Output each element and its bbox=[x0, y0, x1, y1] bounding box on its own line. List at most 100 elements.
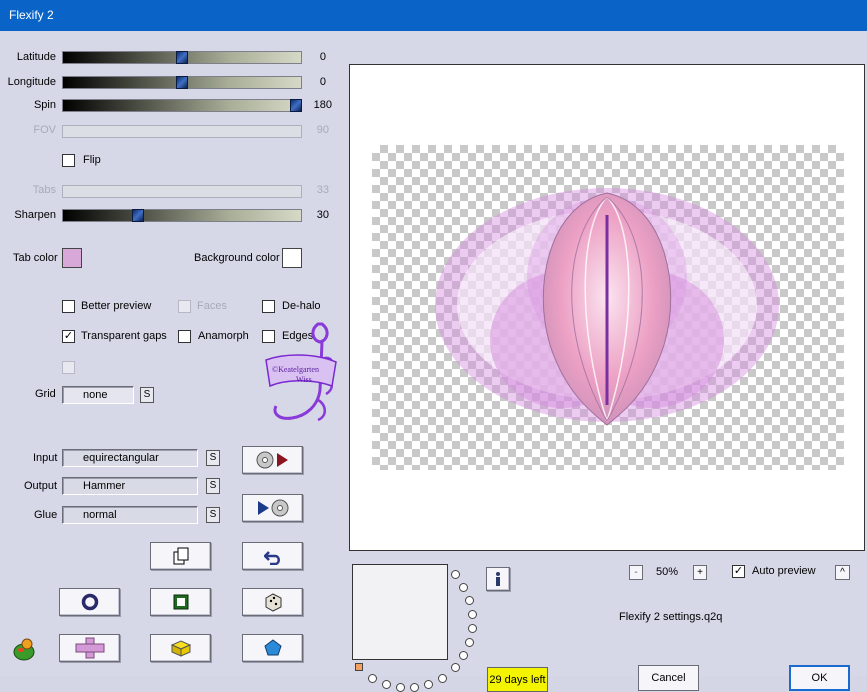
input-select[interactable]: equirectangular bbox=[62, 449, 198, 467]
navigator-dot[interactable] bbox=[459, 583, 468, 592]
pentagon-icon bbox=[263, 639, 282, 656]
watermark-line1: ©Keatelgarten bbox=[272, 365, 319, 374]
watermark-line2: Wiss bbox=[296, 375, 312, 384]
cross-icon bbox=[75, 637, 104, 659]
navigator-dot[interactable] bbox=[465, 596, 474, 605]
trial-days-badge[interactable]: 29 days left bbox=[487, 667, 548, 692]
dialog-client: Latitude 0 Longitude 0 Spin 180 FOV 90 F… bbox=[0, 31, 867, 692]
spin-value: 180 bbox=[313, 99, 332, 111]
navigator-dot[interactable] bbox=[438, 674, 447, 683]
tabs-label: Tabs bbox=[32, 184, 56, 196]
output-label: Output bbox=[24, 480, 58, 492]
tab-color-label: Tab color bbox=[13, 252, 58, 264]
transparent-gaps-label: Transparent gaps bbox=[81, 330, 167, 342]
latitude-slider[interactable] bbox=[62, 51, 302, 64]
grid-s-button[interactable]: S bbox=[140, 387, 154, 403]
navigator-dot[interactable] bbox=[451, 663, 460, 672]
spin-label: Spin bbox=[33, 99, 56, 111]
save-preset-button[interactable] bbox=[242, 494, 303, 522]
grid-label: Grid bbox=[35, 388, 56, 400]
info-icon bbox=[496, 572, 500, 586]
sharpen-label: Sharpen bbox=[14, 209, 56, 221]
navigator-thumbnail[interactable] bbox=[352, 564, 448, 660]
preview-image bbox=[435, 188, 779, 426]
settings-file-name: Flexify 2 settings.q2q bbox=[619, 611, 723, 623]
undo-button[interactable] bbox=[242, 542, 303, 570]
navigator-start-marker[interactable] bbox=[355, 663, 363, 671]
copy-button[interactable] bbox=[150, 542, 211, 570]
ring-button[interactable] bbox=[59, 588, 120, 616]
cube-icon bbox=[170, 640, 191, 657]
zoom-value: 50% bbox=[656, 566, 679, 578]
zoom-out-button[interactable]: - bbox=[629, 565, 643, 580]
flip-checkbox[interactable] bbox=[62, 154, 75, 167]
input-label: Input bbox=[33, 452, 58, 464]
better-preview-checkbox[interactable] bbox=[62, 300, 75, 313]
fov-slider bbox=[62, 125, 302, 138]
anamorph-label: Anamorph bbox=[198, 330, 249, 342]
pentagon-button[interactable] bbox=[242, 634, 303, 662]
better-preview-label: Better preview bbox=[81, 300, 152, 312]
navigator-dot[interactable] bbox=[468, 624, 477, 633]
sharpen-value: 30 bbox=[316, 209, 329, 221]
sharpen-slider-thumb[interactable] bbox=[132, 209, 144, 222]
navigator-dot[interactable] bbox=[451, 570, 460, 579]
latitude-label: Latitude bbox=[16, 51, 56, 63]
transparent-gaps-checkbox[interactable]: ✓ bbox=[62, 330, 75, 343]
navigator-dot[interactable] bbox=[468, 610, 477, 619]
sharpen-slider[interactable] bbox=[62, 209, 302, 222]
background-color-swatch[interactable] bbox=[282, 248, 302, 268]
navigator-dot[interactable] bbox=[424, 680, 433, 689]
tab-color-swatch[interactable] bbox=[62, 248, 82, 268]
fov-label: FOV bbox=[33, 124, 56, 136]
output-select[interactable]: Hammer bbox=[62, 477, 198, 495]
info-button[interactable] bbox=[486, 567, 510, 591]
glue-select[interactable]: normal bbox=[62, 506, 198, 524]
ok-button[interactable]: OK bbox=[789, 665, 850, 691]
window-title: Flexify 2 bbox=[0, 0, 867, 31]
de-halo-label: De-halo bbox=[282, 300, 321, 312]
output-s-button[interactable]: S bbox=[206, 478, 220, 494]
navigator-dot[interactable] bbox=[410, 683, 419, 692]
collapse-button[interactable]: ^ bbox=[835, 565, 850, 580]
navigator-dot[interactable] bbox=[396, 683, 405, 692]
navigator-dot[interactable] bbox=[459, 651, 468, 660]
background-color-label: Background color bbox=[194, 252, 280, 264]
tabs-value: 33 bbox=[316, 184, 329, 196]
preview-canvas[interactable] bbox=[349, 64, 865, 551]
fov-value: 90 bbox=[316, 124, 329, 136]
load-preset-button[interactable] bbox=[242, 446, 303, 474]
anamorph-checkbox[interactable] bbox=[178, 330, 191, 343]
navigator-dot[interactable] bbox=[465, 638, 474, 647]
cancel-button[interactable]: Cancel bbox=[638, 665, 699, 691]
faces-checkbox bbox=[178, 300, 191, 313]
app-logo-icon bbox=[13, 638, 35, 661]
auto-preview-checkbox[interactable]: ✓ bbox=[732, 565, 745, 578]
spin-slider[interactable] bbox=[62, 99, 302, 112]
input-s-button[interactable]: S bbox=[206, 450, 220, 466]
extra-checkbox bbox=[62, 361, 75, 374]
longitude-slider-thumb[interactable] bbox=[176, 76, 188, 89]
dice-icon bbox=[265, 593, 281, 612]
grid-select[interactable]: none bbox=[62, 386, 134, 404]
flip-label: Flip bbox=[83, 154, 101, 166]
cube-button[interactable] bbox=[150, 634, 211, 662]
longitude-slider[interactable] bbox=[62, 76, 302, 89]
longitude-label: Longitude bbox=[7, 76, 56, 88]
navigator-dot[interactable] bbox=[382, 680, 391, 689]
navigator-dot[interactable] bbox=[368, 674, 377, 683]
load-preset-icon bbox=[256, 451, 288, 469]
glue-s-button[interactable]: S bbox=[206, 507, 220, 523]
latitude-slider-thumb[interactable] bbox=[176, 51, 188, 64]
zoom-in-button[interactable]: + bbox=[693, 565, 707, 580]
longitude-value: 0 bbox=[319, 76, 326, 88]
tabs-slider bbox=[62, 185, 302, 198]
square-icon bbox=[173, 594, 188, 610]
cross-button[interactable] bbox=[59, 634, 120, 662]
glue-label: Glue bbox=[34, 509, 58, 521]
square-button[interactable] bbox=[150, 588, 211, 616]
de-halo-checkbox[interactable] bbox=[262, 300, 275, 313]
auto-preview-label: Auto preview bbox=[752, 565, 816, 577]
watermark-logo: ©Keatelgarten Wiss bbox=[265, 322, 337, 422]
dice-button[interactable] bbox=[242, 588, 303, 616]
